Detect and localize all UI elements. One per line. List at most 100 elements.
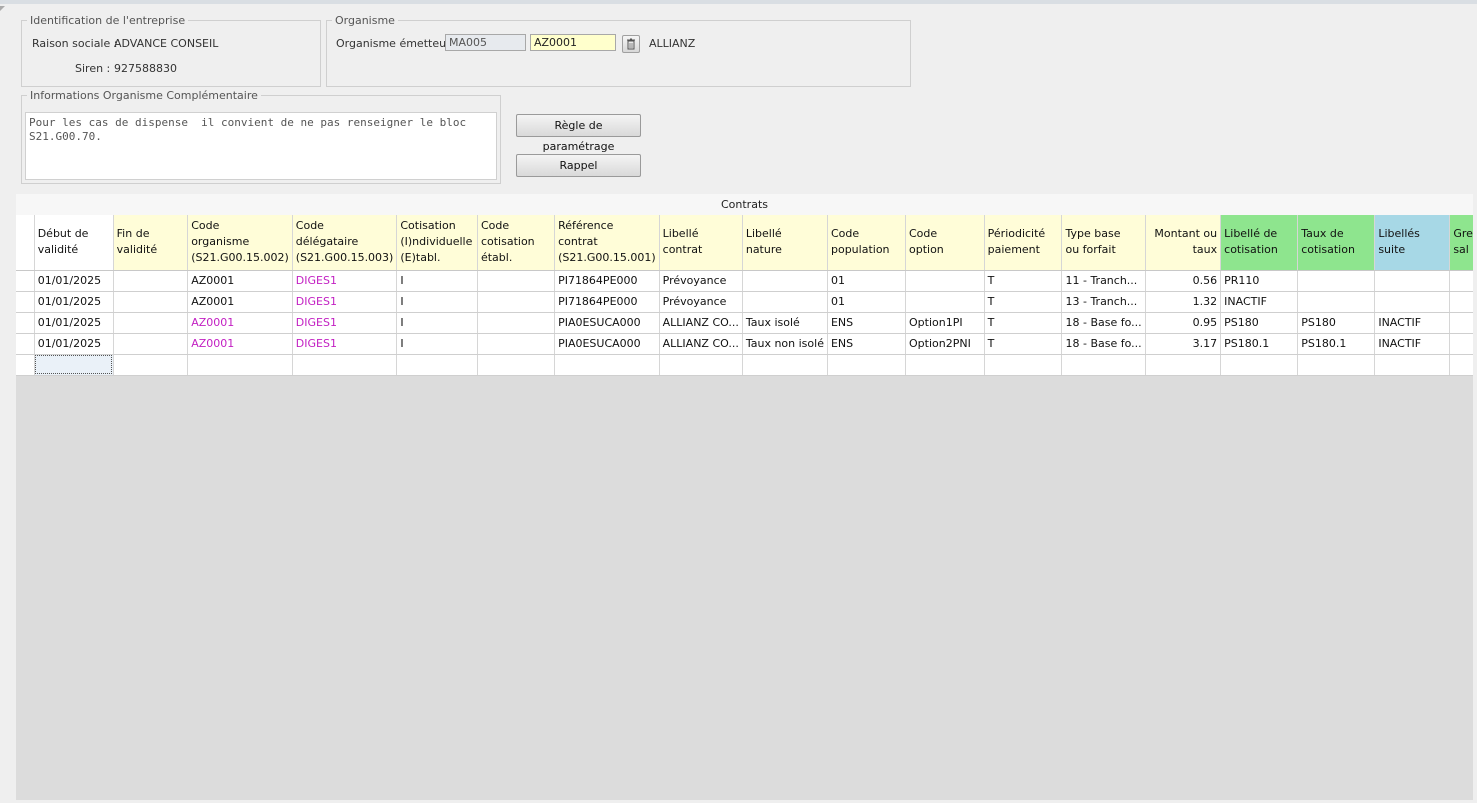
table-cell[interactable] <box>113 312 189 334</box>
table-row[interactable]: 01/01/2025 AZ0001 DIGES1 I PI71864PE000 Prévo… <box>16 270 1477 292</box>
column-header-2[interactable]: Fin de validité <box>113 215 189 271</box>
table-cell[interactable] <box>905 270 985 292</box>
table-cell[interactable]: 01 <box>827 291 907 313</box>
table-cell[interactable] <box>742 354 828 376</box>
column-header-16[interactable]: Taux de cotisation <box>1297 215 1376 271</box>
table-cell[interactable] <box>477 312 556 334</box>
table-cell[interactable] <box>905 291 985 313</box>
table-cell[interactable] <box>16 291 35 313</box>
table-cell[interactable]: PI71864PE000 <box>554 291 660 313</box>
table-cell[interactable]: ALLIANZ CO... <box>659 312 743 334</box>
table-cell[interactable]: DIGES1 <box>292 312 398 334</box>
table-cell[interactable] <box>1297 354 1376 376</box>
table-row[interactable]: 01/01/2025 AZ0001 DIGES1 I PIA0ESUCA000 ALLIA… <box>16 333 1477 355</box>
table-cell[interactable]: PIA0ESUCA000 <box>554 312 660 334</box>
table-cell[interactable]: Option1PI <box>905 312 985 334</box>
table-cell[interactable] <box>554 354 660 376</box>
column-header-8[interactable]: Libellé contrat <box>659 215 743 271</box>
table-cell[interactable]: AZ0001 <box>187 312 293 334</box>
table-cell[interactable] <box>742 270 828 292</box>
table-cell[interactable] <box>16 270 35 292</box>
column-header-13[interactable]: Type base ou forfait <box>1061 215 1146 271</box>
table-cell[interactable]: PS180.1 <box>1297 333 1376 355</box>
column-header-3[interactable]: Code organisme (S21.G00.15.002) <box>187 215 293 271</box>
delete-icon[interactable] <box>622 35 640 53</box>
table-cell[interactable]: AZ0001 <box>187 291 293 313</box>
regle-parametrage-button[interactable]: Règle de paramétrage <box>516 114 641 153</box>
table-cell[interactable]: PS180 <box>1297 312 1376 334</box>
table-cell[interactable]: AZ0001 <box>187 270 293 292</box>
table-cell[interactable] <box>477 354 556 376</box>
table-cell[interactable] <box>113 270 189 292</box>
table-cell[interactable]: T <box>984 333 1063 355</box>
table-cell[interactable]: Taux non isolé <box>742 333 828 355</box>
table-cell[interactable]: 11 - Tranch... <box>1061 270 1146 292</box>
table-cell[interactable]: ENS <box>827 333 907 355</box>
table-cell[interactable]: 3.17 <box>1145 333 1222 355</box>
table-cell[interactable] <box>187 354 293 376</box>
table-cell[interactable] <box>1374 270 1451 292</box>
organisme-code-field[interactable]: MA005 <box>445 34 526 51</box>
table-cell[interactable]: PI71864PE000 <box>554 270 660 292</box>
column-header-10[interactable]: Code population <box>827 215 907 271</box>
table-row[interactable] <box>16 354 1477 376</box>
table-cell[interactable]: DIGES1 <box>292 270 398 292</box>
table-cell[interactable] <box>984 354 1063 376</box>
table-cell[interactable] <box>659 354 743 376</box>
table-cell[interactable] <box>1297 291 1376 313</box>
table-cell[interactable]: 18 - Base fo... <box>1061 333 1146 355</box>
table-cell[interactable]: T <box>984 312 1063 334</box>
table-cell[interactable] <box>477 270 556 292</box>
table-cell[interactable]: DIGES1 <box>292 333 398 355</box>
column-header-9[interactable]: Libellé nature <box>742 215 828 271</box>
table-cell[interactable]: T <box>984 270 1063 292</box>
table-row[interactable]: 01/01/2025 AZ0001 DIGES1 I PIA0ESUCA000 ALLIA… <box>16 312 1477 334</box>
table-cell[interactable] <box>742 291 828 313</box>
table-cell[interactable]: I <box>396 312 478 334</box>
table-cell[interactable]: 01 <box>827 270 907 292</box>
table-cell[interactable] <box>1061 354 1146 376</box>
organisme-code2-field[interactable]: AZ0001 <box>530 34 616 51</box>
column-header-15[interactable]: Libellé de cotisation <box>1220 215 1299 271</box>
column-header-11[interactable]: Code option <box>905 215 985 271</box>
info-textarea[interactable]: Pour les cas de dispense il convient de … <box>25 112 497 180</box>
table-cell[interactable]: 0.95 <box>1145 312 1222 334</box>
table-cell[interactable]: 13 - Tranch... <box>1061 291 1146 313</box>
column-header-14[interactable]: Montant ou taux <box>1145 215 1222 271</box>
column-header-0[interactable] <box>16 215 35 271</box>
table-cell[interactable] <box>16 312 35 334</box>
table-cell[interactable]: 18 - Base fo... <box>1061 312 1146 334</box>
table-cell[interactable]: INACTIF <box>1374 312 1451 334</box>
table-cell[interactable]: Taux isolé <box>742 312 828 334</box>
table-cell[interactable] <box>477 291 556 313</box>
table-cell[interactable] <box>16 333 35 355</box>
table-cell[interactable] <box>113 333 189 355</box>
column-header-6[interactable]: Code cotisation établ. <box>477 215 556 271</box>
table-cell[interactable]: 01/01/2025 <box>34 333 114 355</box>
table-cell[interactable]: PS180 <box>1220 312 1299 334</box>
table-cell[interactable]: ENS <box>827 312 907 334</box>
table-cell[interactable]: I <box>396 333 478 355</box>
table-cell[interactable] <box>34 354 114 376</box>
table-cell[interactable]: 01/01/2025 <box>34 270 114 292</box>
table-cell[interactable]: INACTIF <box>1220 291 1299 313</box>
column-header-5[interactable]: Cotisation (I)ndividuelle (E)tabl. <box>396 215 478 271</box>
table-cell[interactable]: I <box>396 291 478 313</box>
column-header-1[interactable]: Début de validité <box>34 215 114 271</box>
table-cell[interactable]: I <box>396 270 478 292</box>
table-cell[interactable]: Prévoyance <box>659 270 743 292</box>
table-cell[interactable]: PR110 <box>1220 270 1299 292</box>
rappel-button[interactable]: Rappel <box>516 154 641 177</box>
table-cell[interactable] <box>1297 270 1376 292</box>
table-cell[interactable]: DIGES1 <box>292 291 398 313</box>
table-cell[interactable] <box>1374 291 1451 313</box>
table-cell[interactable]: PIA0ESUCA000 <box>554 333 660 355</box>
table-cell[interactable]: PS180.1 <box>1220 333 1299 355</box>
table-cell[interactable] <box>1374 354 1451 376</box>
column-header-12[interactable]: Périodicité paiement <box>984 215 1063 271</box>
table-cell[interactable] <box>16 354 35 376</box>
table-cell[interactable] <box>113 354 189 376</box>
table-cell[interactable] <box>827 354 907 376</box>
table-cell[interactable]: ALLIANZ CO... <box>659 333 743 355</box>
table-cell[interactable]: INACTIF <box>1374 333 1451 355</box>
